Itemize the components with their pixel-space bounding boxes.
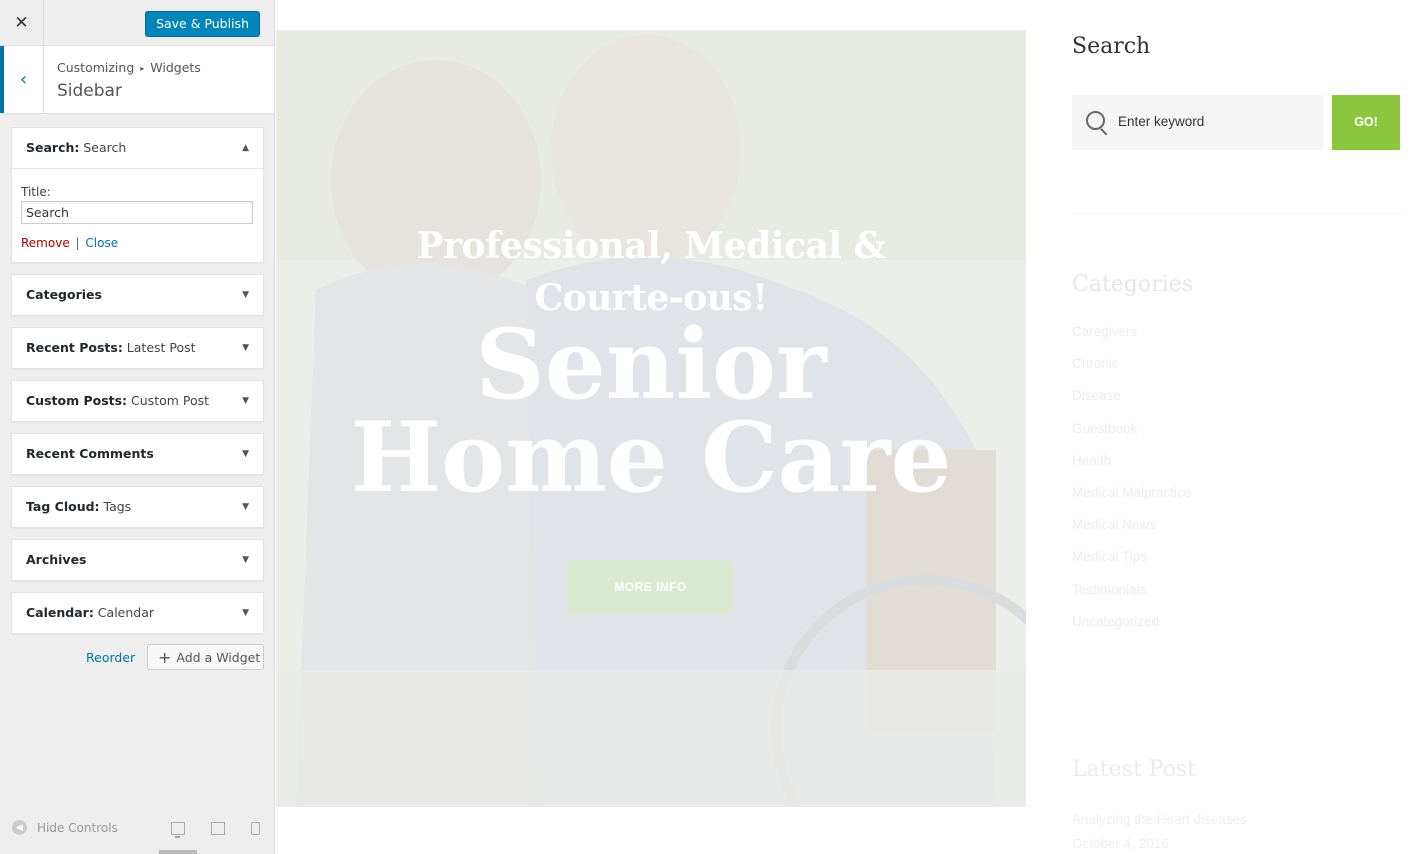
widget-subtitle: Latest Post <box>122 340 196 355</box>
site-preview: Professional, Medical & Courte-ous! Seni… <box>276 0 1419 854</box>
breadcrumb: Customizing ▸ Widgets <box>57 60 201 75</box>
latest-post-link[interactable]: Analyzing the Heart diseases <box>1072 812 1247 827</box>
expand-arrow-icon[interactable]: ▼ <box>242 328 249 368</box>
widget-list: Search: Search ▲ Title: Search Remove | … <box>11 127 264 645</box>
breadcrumb-current: Widgets <box>150 60 201 75</box>
widget-header[interactable]: Categories ▼ <box>12 275 263 315</box>
widget-tag-cloud[interactable]: Tag Cloud: Tags ▼ <box>11 486 264 528</box>
category-link[interactable]: Chronic <box>1072 356 1191 388</box>
close-link[interactable]: Close <box>85 236 118 250</box>
customizer-panel: ✕ Save & Publish ‹ Customizing ▸ Widgets S… <box>0 0 275 854</box>
plus-icon: + <box>158 648 172 667</box>
widget-name: Custom Posts: <box>26 393 128 408</box>
section-title: Sidebar <box>57 81 122 101</box>
widget-header[interactable]: Archives ▼ <box>12 540 263 580</box>
widget-header[interactable]: Search: Search ▲ <box>12 128 263 169</box>
widget-recent-posts[interactable]: Recent Posts: Latest Post ▼ <box>11 327 264 369</box>
category-link[interactable]: Caregivers <box>1072 324 1191 356</box>
hide-controls-label: Hide Controls <box>37 820 118 835</box>
category-link[interactable]: Uncategorized <box>1072 614 1191 646</box>
customizer-header: ✕ Save & Publish <box>0 0 274 46</box>
widget-header[interactable]: Calendar: Calendar ▼ <box>12 593 263 633</box>
divider <box>1072 213 1402 214</box>
widget-subtitle: Custom Post <box>127 393 210 408</box>
collapse-arrow-icon[interactable]: ▲ <box>242 128 249 168</box>
hero-slider: Professional, Medical & Courte-ous! Seni… <box>276 30 1026 807</box>
section-header: ‹ Customizing ▸ Widgets Sidebar <box>0 46 274 114</box>
widget-name: Tag Cloud: <box>26 499 100 514</box>
widget-name: Search: <box>26 140 80 155</box>
category-link[interactable]: Medical News <box>1072 517 1191 549</box>
hero-title-line1: Senior <box>475 308 827 421</box>
widget-subtitle: Calendar <box>93 605 155 620</box>
widget-header[interactable]: Custom Posts: Custom Post ▼ <box>12 381 263 421</box>
category-link[interactable]: Medical Tips <box>1072 549 1191 581</box>
widget-recent-comments[interactable]: Recent Comments ▼ <box>11 433 264 475</box>
more-info-button[interactable]: MORE INFO <box>568 561 733 614</box>
hide-controls-button[interactable]: ◀ Hide Controls <box>12 820 118 835</box>
widget-subtitle: Tags <box>99 499 132 514</box>
category-link[interactable]: Testimonials <box>1072 582 1191 614</box>
widget-custom-posts[interactable]: Custom Posts: Custom Post ▼ <box>11 380 264 422</box>
latest-post-widget-title: Latest Post <box>1072 757 1196 782</box>
widget-name: Categories <box>26 287 102 302</box>
breadcrumb-separator-icon: ▸ <box>140 64 145 73</box>
expand-arrow-icon[interactable]: ▼ <box>242 275 249 315</box>
widget-header[interactable]: Tag Cloud: Tags ▼ <box>12 487 263 527</box>
widget-actions: Remove | Close <box>21 236 254 250</box>
breadcrumb-root: Customizing <box>57 60 135 75</box>
search-input[interactable]: Enter keyword <box>1072 95 1323 150</box>
search-widget-title: Search <box>1072 34 1151 59</box>
widget-header[interactable]: Recent Comments ▼ <box>12 434 263 474</box>
widget-calendar[interactable]: Calendar: Calendar ▼ <box>11 592 264 634</box>
tablet-preview-icon[interactable] <box>211 822 225 835</box>
category-link[interactable]: Medical Malpractice <box>1072 485 1191 517</box>
category-link[interactable]: Disease <box>1072 388 1191 420</box>
remove-link[interactable]: Remove <box>21 236 70 250</box>
chevron-left-icon: ‹ <box>19 69 28 90</box>
latest-post-date: October 4, 2016 <box>1072 836 1169 851</box>
categories-widget-title: Categories <box>1072 272 1193 297</box>
widget-search: Search: Search ▲ Title: Search Remove | … <box>11 127 264 263</box>
customizer-footer: ◀ Hide Controls <box>0 808 275 854</box>
expand-arrow-icon[interactable]: ▼ <box>242 540 249 580</box>
add-widget-label: Add a Widget <box>176 650 261 665</box>
widget-name: Archives <box>26 552 87 567</box>
expand-arrow-icon[interactable]: ▼ <box>242 434 249 474</box>
widget-name: Recent Posts: <box>26 340 123 355</box>
add-widget-button[interactable]: + Add a Widget <box>147 644 264 670</box>
back-button[interactable]: ‹ <box>0 46 44 113</box>
widget-archives[interactable]: Archives ▼ <box>11 539 264 581</box>
widget-categories[interactable]: Categories ▼ <box>11 274 264 316</box>
category-list: Caregivers Chronic Disease Guestbook Hea… <box>1072 324 1191 646</box>
title-input[interactable]: Search <box>21 201 253 224</box>
widget-header[interactable]: Recent Posts: Latest Post ▼ <box>12 328 263 368</box>
collapse-circle-icon: ◀ <box>12 820 27 835</box>
action-separator: | <box>75 236 80 250</box>
search-icon <box>1086 111 1105 130</box>
widget-name: Recent Comments <box>26 446 154 461</box>
mobile-preview-icon[interactable] <box>251 822 260 835</box>
close-customizer-button[interactable]: ✕ <box>0 0 44 45</box>
hero-title-line2: Home Care <box>350 401 952 514</box>
desktop-preview-icon[interactable] <box>171 822 185 838</box>
widget-body: Title: Search Remove | Close <box>12 169 263 262</box>
category-link[interactable]: Health <box>1072 453 1191 485</box>
widget-name: Calendar: <box>26 605 94 620</box>
category-link[interactable]: Guestbook <box>1072 421 1191 453</box>
widget-subtitle: Search <box>79 140 127 155</box>
save-publish-button[interactable]: Save & Publish <box>145 11 260 37</box>
expand-arrow-icon[interactable]: ▼ <box>242 487 249 527</box>
title-label: Title: <box>21 185 51 199</box>
reorder-link[interactable]: Reorder <box>86 650 135 665</box>
search-placeholder: Enter keyword <box>1118 114 1205 129</box>
expand-arrow-icon[interactable]: ▼ <box>242 381 249 421</box>
active-device-indicator <box>159 850 197 854</box>
go-button[interactable]: GO! <box>1332 95 1400 150</box>
expand-arrow-icon[interactable]: ▼ <box>242 593 249 633</box>
